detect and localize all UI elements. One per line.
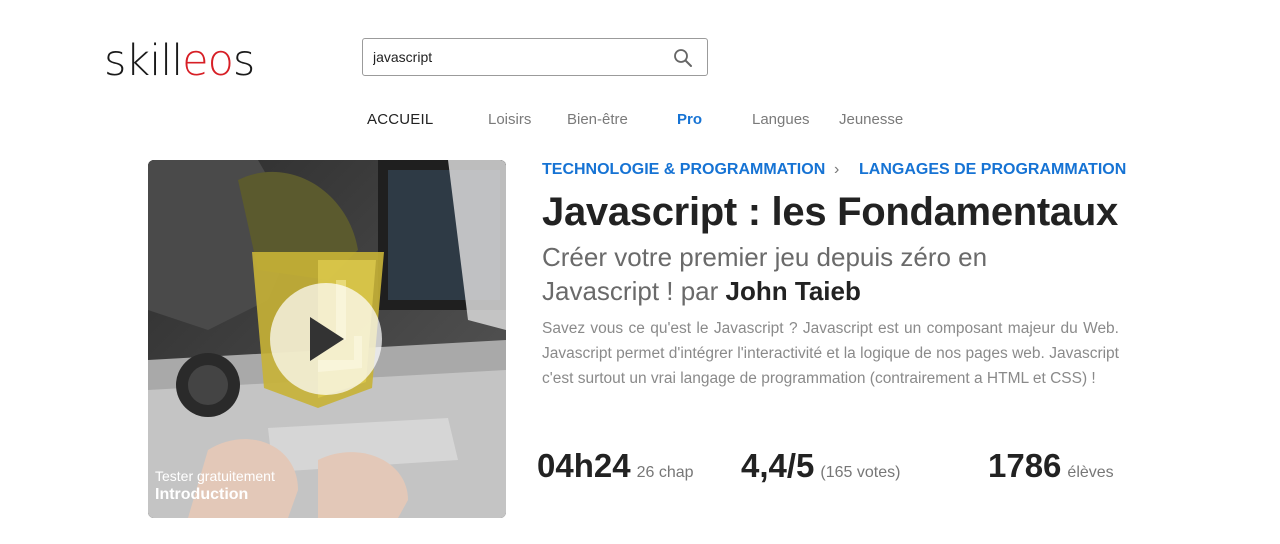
- chapter-title: Introduction: [155, 486, 249, 503]
- votes-count: (165 votes): [820, 464, 901, 481]
- nav-item-langues[interactable]: Langues: [752, 110, 810, 130]
- nav-item-pro[interactable]: Pro: [677, 110, 702, 130]
- logo-text-part2: eo: [182, 36, 234, 86]
- course-description: Savez vous ce qu'est le Javascript ? Jav…: [542, 320, 1119, 387]
- chevron-right-icon: ›: [834, 161, 840, 178]
- rating-value: 4,4/5: [741, 447, 815, 484]
- stat-students: 1786 élèves: [988, 446, 1114, 493]
- video-preview[interactable]: Tester gratuitement Introduction: [148, 160, 506, 518]
- course-subtitle: Créer votre premier jeu depuis zéro en J…: [542, 240, 1062, 308]
- breadcrumb-item-subcategory[interactable]: LANGAGES DE PROGRAMMATION: [859, 160, 1126, 180]
- course-title: Javascript : les Fondamentaux: [542, 190, 1118, 234]
- nav-item-loisirs[interactable]: Loisirs: [488, 110, 531, 130]
- breadcrumb-item-category[interactable]: TECHNOLOGIE & PROGRAMMATION: [542, 160, 825, 180]
- search-box: [362, 38, 708, 76]
- author-name[interactable]: John Taieb: [726, 276, 861, 306]
- nav-home[interactable]: ACCUEIL: [367, 110, 433, 130]
- students-label: élèves: [1067, 464, 1114, 481]
- stat-rating: 4,4/5 (165 votes): [741, 446, 900, 493]
- stat-duration: 04h24 26 chap: [537, 446, 694, 493]
- students-value: 1786: [988, 447, 1062, 484]
- duration-value: 04h24: [537, 447, 631, 484]
- play-button[interactable]: [270, 283, 382, 395]
- play-icon: [310, 317, 344, 361]
- nav-item-jeunesse[interactable]: Jeunesse: [839, 110, 903, 130]
- search-input[interactable]: [373, 39, 663, 75]
- search-icon[interactable]: [673, 48, 693, 68]
- logo-text-part3: s: [232, 36, 255, 86]
- logo-text-part1: skill: [104, 36, 183, 86]
- nav-item-bien-etre[interactable]: Bien-être: [567, 110, 628, 130]
- main-nav: ACCUEIL Loisirs Bien-être Pro Langues Je…: [0, 110, 1280, 132]
- try-free-label: Tester gratuitement: [155, 468, 275, 484]
- skilleos-logo[interactable]: skilleos: [104, 36, 255, 86]
- chapters-count: 26 chap: [636, 464, 694, 481]
